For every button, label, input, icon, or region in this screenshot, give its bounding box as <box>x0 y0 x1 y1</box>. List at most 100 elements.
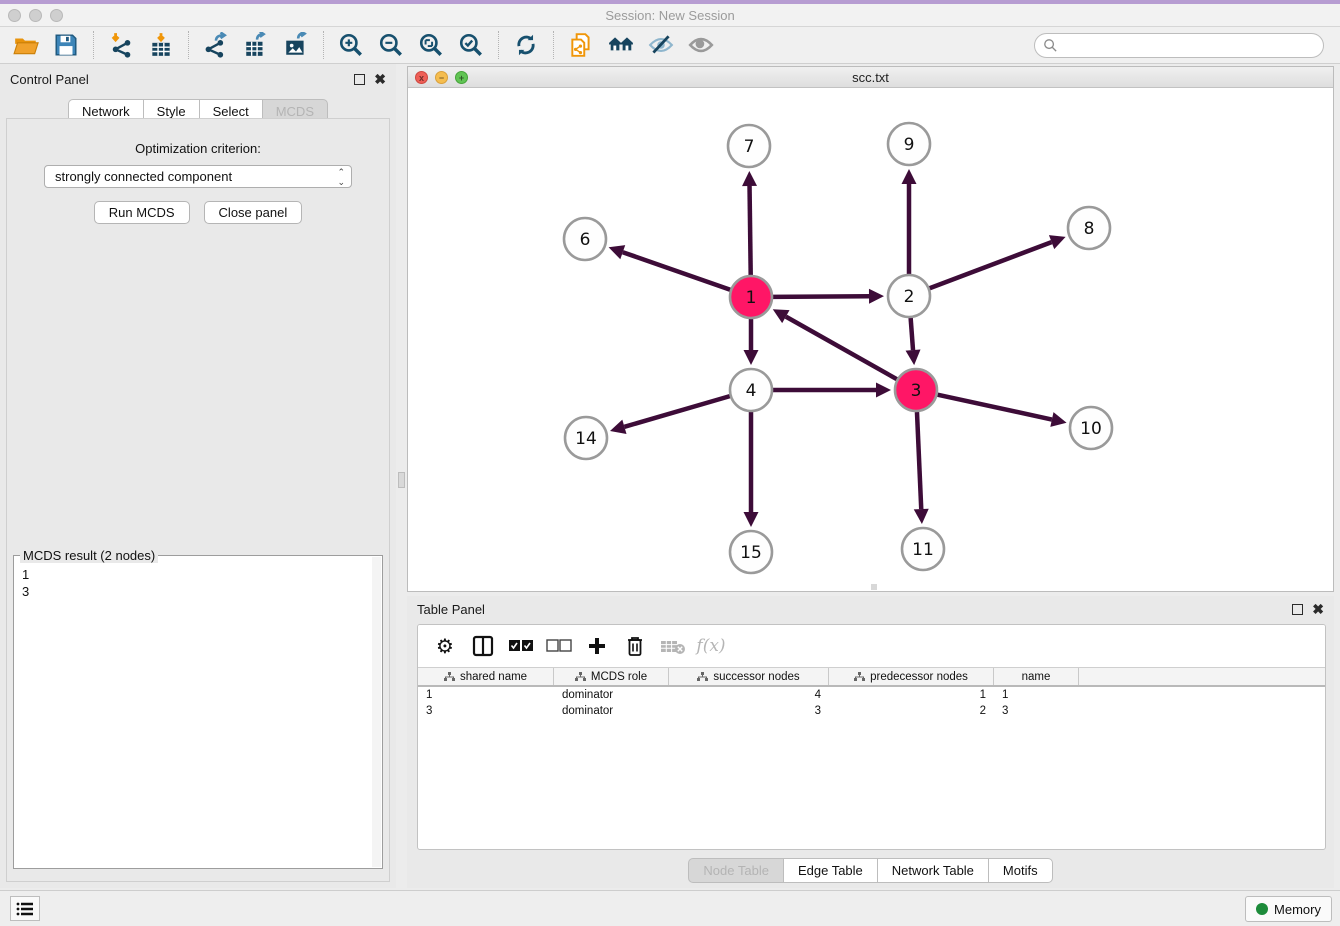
tab-edge-table[interactable]: Edge Table <box>783 858 877 883</box>
import-table-button[interactable] <box>141 29 181 61</box>
table-settings-button[interactable]: ⚙ <box>428 630 462 662</box>
node-table-header: shared name MCDS role successor nodes pr… <box>418 667 1325 687</box>
column-header-predecessor-nodes[interactable]: predecessor nodes <box>829 668 994 685</box>
graph-node-6[interactable]: 6 <box>564 218 606 260</box>
graph-edge-1-2[interactable] <box>773 296 869 297</box>
graph-edge-2-3[interactable] <box>911 318 913 350</box>
add-column-button[interactable] <box>580 630 614 662</box>
toolbar-separator <box>188 31 189 59</box>
task-history-button[interactable] <box>10 896 40 921</box>
network-graph[interactable]: 7 9 6 8 1 2 4 3 14 10 15 11 <box>408 88 1333 591</box>
column-header-mcds-role[interactable]: MCDS role <box>554 668 669 685</box>
cell-shared-name: 3 <box>418 705 554 717</box>
float-panel-icon[interactable] <box>354 74 365 85</box>
close-panel-button[interactable]: Close panel <box>204 201 303 224</box>
graph-edge-2-8[interactable] <box>930 242 1052 288</box>
graph-node-1[interactable]: 1 <box>730 276 772 318</box>
graph-edge-3-10[interactable] <box>937 395 1051 420</box>
hide-selected-button[interactable] <box>641 29 681 61</box>
graph-node-7[interactable]: 7 <box>728 125 770 167</box>
zoom-selected-button[interactable] <box>451 29 491 61</box>
memory-button[interactable]: Memory <box>1245 896 1332 922</box>
graph-node-3[interactable]: 3 <box>895 369 937 411</box>
tab-motifs[interactable]: Motifs <box>988 858 1053 883</box>
graph-edge-3-11[interactable] <box>917 412 921 509</box>
graph-edge-3-1[interactable] <box>786 317 897 380</box>
graph-node-2[interactable]: 2 <box>888 275 930 317</box>
open-session-button[interactable] <box>6 29 46 61</box>
zoom-out-button[interactable] <box>371 29 411 61</box>
mcds-result-text[interactable]: 13 <box>22 566 370 866</box>
table-row[interactable]: 1 dominator 4 1 1 <box>418 687 1325 703</box>
node-label: 3 <box>911 381 922 401</box>
cell-name: 3 <box>994 705 1079 717</box>
function-builder-button[interactable]: f(x) <box>694 630 728 662</box>
node-label: 4 <box>746 381 757 401</box>
graph-node-14[interactable]: 14 <box>565 417 607 459</box>
graph-node-10[interactable]: 10 <box>1070 407 1112 449</box>
criterion-value: strongly connected component <box>55 169 232 184</box>
graph-node-8[interactable]: 8 <box>1068 207 1110 249</box>
graph-edge-1-6[interactable] <box>623 252 730 290</box>
status-bar: Memory <box>0 890 1340 926</box>
network-canvas[interactable]: 7 9 6 8 1 2 4 3 14 10 15 11 <box>408 88 1333 591</box>
search-input[interactable] <box>1034 33 1324 58</box>
graph-node-4[interactable]: 4 <box>730 369 772 411</box>
zoom-fit-button[interactable] <box>411 29 451 61</box>
result-scrollbar[interactable] <box>372 557 381 867</box>
close-table-panel-icon[interactable]: ✖ <box>1312 602 1324 616</box>
export-network-icon <box>203 32 229 58</box>
float-table-panel-icon[interactable] <box>1292 604 1303 615</box>
main-toolbar <box>0 27 1340 64</box>
delete-table-button[interactable] <box>656 630 690 662</box>
select-all-rows-button[interactable] <box>504 630 538 662</box>
unchecked-boxes-icon <box>546 639 572 653</box>
export-table-icon <box>243 32 269 58</box>
panel-splitter[interactable] <box>396 64 407 888</box>
refresh-view-button[interactable] <box>506 29 546 61</box>
criterion-select[interactable]: strongly connected component ⌃⌄ <box>44 165 352 188</box>
network-view-window: x − + scc.txt 7968124314101511 <box>407 66 1334 592</box>
table-panel-header: Table Panel ✖ <box>407 596 1334 622</box>
edge-arrowhead-icon <box>1050 412 1066 427</box>
save-session-button[interactable] <box>46 29 86 61</box>
column-header-successor-nodes[interactable]: successor nodes <box>669 668 829 685</box>
toggle-column-panel-button[interactable] <box>466 630 500 662</box>
first-neighbors-button[interactable] <box>601 29 641 61</box>
zoom-fit-icon <box>418 32 444 58</box>
cell-successor-nodes: 3 <box>669 705 829 717</box>
splitter-handle[interactable] <box>398 472 405 488</box>
graph-edge-1-7[interactable] <box>750 186 751 275</box>
close-panel-icon[interactable]: ✖ <box>374 72 386 86</box>
canvas-splitter-handle[interactable] <box>871 584 877 590</box>
edge-arrowhead-icon <box>906 350 921 366</box>
export-table-button[interactable] <box>236 29 276 61</box>
column-header-name[interactable]: name <box>994 668 1079 685</box>
export-network-button[interactable] <box>196 29 236 61</box>
houses-icon <box>608 32 634 58</box>
export-image-button[interactable] <box>276 29 316 61</box>
new-network-from-selection-button[interactable] <box>561 29 601 61</box>
node-table: shared name MCDS role successor nodes pr… <box>418 667 1325 719</box>
tab-node-table[interactable]: Node Table <box>688 858 783 883</box>
graph-node-15[interactable]: 15 <box>730 531 772 573</box>
import-network-button[interactable] <box>101 29 141 61</box>
deselect-all-rows-button[interactable] <box>542 630 576 662</box>
zoom-selected-icon <box>458 32 484 58</box>
edge-arrowhead-icon <box>744 512 759 527</box>
run-mcds-button[interactable]: Run MCDS <box>94 201 190 224</box>
graph-node-9[interactable]: 9 <box>888 123 930 165</box>
column-header-shared-name[interactable]: shared name <box>418 668 554 685</box>
delete-column-button[interactable] <box>618 630 652 662</box>
mcds-panel: Optimization criterion: strongly connect… <box>6 118 390 882</box>
zoom-in-button[interactable] <box>331 29 371 61</box>
node-label: 11 <box>912 540 934 560</box>
cell-successor-nodes: 4 <box>669 689 829 701</box>
export-image-icon <box>283 32 309 58</box>
show-all-button[interactable] <box>681 29 721 61</box>
graph-node-11[interactable]: 11 <box>902 528 944 570</box>
table-row[interactable]: 3 dominator 3 2 3 <box>418 703 1325 719</box>
cell-predecessor-nodes: 2 <box>829 705 994 717</box>
tab-network-table[interactable]: Network Table <box>877 858 988 883</box>
graph-edge-4-14[interactable] <box>624 396 729 427</box>
